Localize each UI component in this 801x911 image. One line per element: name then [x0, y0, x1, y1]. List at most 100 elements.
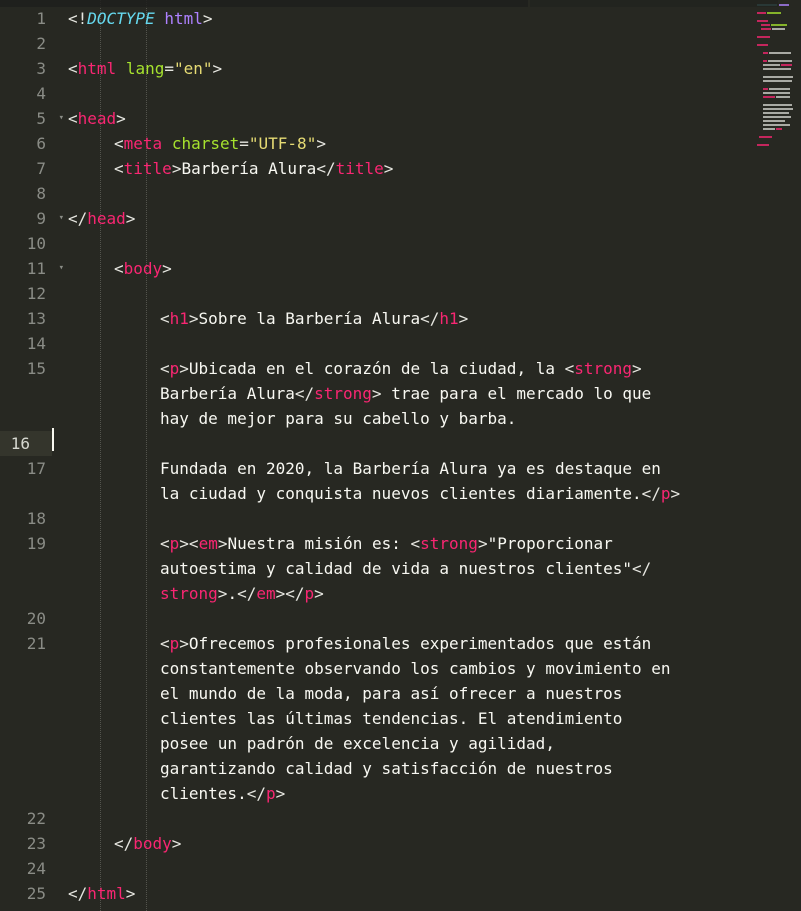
code-line-1[interactable]: <!DOCTYPE html>: [68, 6, 213, 31]
token-txt: Nuestra misión es:: [227, 534, 411, 553]
minimap-segment: [763, 88, 768, 90]
line-number-23[interactable]: 23: [0, 831, 68, 856]
line-number-4[interactable]: 4: [0, 81, 68, 106]
line-number-7[interactable]: 7: [0, 156, 68, 181]
line-number-15[interactable]: 15: [0, 356, 68, 381]
line-number-5[interactable]: 5 ▾: [0, 106, 68, 131]
token-txt: trae para el mercado lo que: [381, 384, 652, 403]
code-line-21[interactable]: <p>Ofrecemos profesionales experimentado…: [160, 631, 671, 806]
line-number-label: 7: [36, 159, 46, 178]
token-tag: em: [256, 584, 276, 603]
code-line-9[interactable]: </head>: [68, 206, 135, 231]
code-line-23[interactable]: </body>: [114, 831, 181, 856]
scrollbar-thumb-2[interactable]: [530, 0, 778, 7]
code-line-15[interactable]: <p>Ubicada en el corazón de la ciudad, l…: [160, 356, 651, 431]
minimap-segment: [769, 88, 790, 90]
line-number-12[interactable]: 12: [0, 281, 68, 306]
token-pun: >: [212, 59, 223, 78]
token-tag: title: [123, 159, 172, 178]
token-txt: Sobre la Barbería Alura: [198, 309, 421, 328]
code-line-7[interactable]: <title>Barbería Alura</title>: [114, 156, 393, 181]
minimap[interactable]: [755, 0, 801, 911]
token-pun: [116, 59, 126, 78]
line-number-10[interactable]: 10: [0, 231, 68, 256]
fold-arrow-icon[interactable]: ▾: [59, 206, 64, 231]
line-number-label: 11: [26, 259, 46, 278]
token-tag: head: [87, 209, 126, 228]
token-txt: hay de mejor para su cabello y barba.: [160, 409, 517, 428]
line-number-6[interactable]: 6: [0, 131, 68, 156]
code-line-3[interactable]: <html lang="en">: [68, 56, 222, 81]
line-number-8[interactable]: 8: [0, 181, 68, 206]
line-number-24[interactable]: 24: [0, 856, 68, 881]
line-number-11[interactable]: 11 ▾: [0, 256, 68, 281]
token-pun: =: [239, 134, 249, 153]
horizontal-scrollbar[interactable]: [0, 0, 801, 7]
token-tag: title: [335, 159, 384, 178]
line-number-13[interactable]: 13: [0, 306, 68, 331]
minimap-line: [755, 80, 801, 83]
minimap-line: [755, 24, 801, 27]
token-pun: <: [114, 134, 124, 153]
minimap-line: [755, 76, 801, 79]
line-number-label: 12: [26, 284, 46, 303]
line-number-18[interactable]: 18: [0, 506, 68, 531]
code-line-25[interactable]: </html>: [68, 881, 135, 906]
token-pun: [155, 9, 165, 28]
line-number-19[interactable]: 19: [0, 531, 68, 556]
token-pun: >: [670, 484, 681, 503]
line-number-2[interactable]: 2: [0, 31, 68, 56]
token-pun: </: [285, 584, 305, 603]
token-tag: p: [265, 784, 276, 803]
code-editor[interactable]: 1 2 3 4 5 ▾ 6 7 8 9 ▾ 10 11 ▾ 12 13 14 15 16 17 18 19 20 21 22 23…: [0, 0, 801, 911]
minimap-segment: [763, 124, 790, 126]
token-tag: body: [123, 259, 163, 278]
line-number-21[interactable]: 21: [0, 631, 68, 656]
fold-arrow-icon[interactable]: ▾: [59, 256, 64, 281]
code-line-11[interactable]: <body>: [114, 256, 172, 281]
code-line-17[interactable]: Fundada en 2020, la Barbería Alura ya es…: [160, 456, 680, 506]
minimap-line: [755, 28, 801, 31]
token-pun: >: [217, 584, 228, 603]
token-txt: posee un padrón de excelencia y agilidad…: [160, 734, 555, 753]
token-pun: >: [179, 534, 189, 553]
token-pun: </: [641, 484, 661, 503]
token-txt: clientes las últimas tendencias. El aten…: [160, 709, 623, 728]
minimap-segment: [761, 24, 770, 26]
line-number-label: 13: [26, 309, 46, 328]
token-pun: >: [477, 534, 488, 553]
line-number-label: 4: [36, 84, 46, 103]
line-number-16[interactable]: 16: [0, 431, 52, 456]
line-number-17[interactable]: 17: [0, 456, 68, 481]
line-number-3[interactable]: 3: [0, 56, 68, 81]
minimap-line: [755, 40, 801, 43]
line-number-label: 25: [26, 884, 46, 903]
token-pun: =: [164, 59, 174, 78]
line-number-gutter[interactable]: 1 2 3 4 5 ▾ 6 7 8 9 ▾ 10 11 ▾ 12 13 14 15 16 17 18 19 20 21 22 23…: [0, 0, 68, 911]
fold-arrow-icon[interactable]: ▾: [59, 106, 64, 131]
minimap-segment: [763, 96, 775, 98]
minimap-segment: [763, 60, 767, 62]
token-dtd: DOCTYPE: [87, 9, 155, 28]
minimap-line: [755, 92, 801, 95]
token-tag: html: [87, 884, 126, 903]
line-number-label: 22: [26, 809, 46, 828]
minimap-segment: [763, 52, 768, 54]
token-txt: constantemente observando los cambios y …: [160, 659, 671, 678]
line-number-25[interactable]: 25: [0, 881, 68, 906]
code-content-area[interactable]: <!DOCTYPE html> <html lang="en"> <head> <me…: [68, 0, 801, 911]
token-pun: >: [383, 159, 394, 178]
line-number-14[interactable]: 14: [0, 331, 68, 356]
token-pun: >: [116, 109, 126, 128]
minimap-line: [755, 96, 801, 99]
line-number-9[interactable]: 9 ▾: [0, 206, 68, 231]
line-number-22[interactable]: 22: [0, 806, 68, 831]
code-line-6[interactable]: <meta charset="UTF-8">: [114, 131, 326, 156]
code-line-5[interactable]: <head>: [68, 106, 126, 131]
minimap-line: [755, 88, 801, 91]
line-number-20[interactable]: 20: [0, 606, 68, 631]
line-number-1[interactable]: 1: [0, 6, 68, 31]
code-line-19[interactable]: <p><em>Nuestra misión es: <strong>"Propo…: [160, 531, 651, 606]
scrollbar-thumb-1[interactable]: [0, 0, 528, 7]
code-line-13[interactable]: <h1>Sobre la Barbería Alura</h1>: [160, 306, 468, 331]
